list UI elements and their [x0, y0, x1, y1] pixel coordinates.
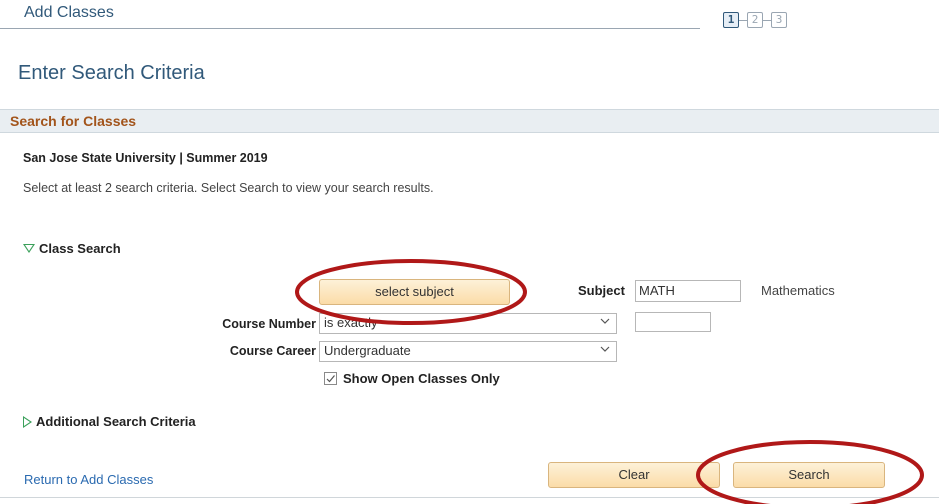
triangle-right-icon: [23, 415, 32, 428]
step-3: 3: [771, 12, 787, 28]
step-indicator: 1 2 3: [723, 10, 787, 30]
course-number-label: Course Number: [222, 317, 316, 331]
header-divider: [0, 28, 700, 29]
institution-term-label: San Jose State University | Summer 2019: [23, 151, 268, 165]
triangle-down-icon: [23, 244, 35, 253]
page-title: Enter Search Criteria: [18, 62, 205, 84]
step-connector: [739, 19, 747, 21]
step-2: 2: [747, 12, 763, 28]
subject-description: Mathematics: [761, 283, 835, 298]
return-to-add-classes-link[interactable]: Return to Add Classes: [24, 472, 153, 487]
class-search-toggle[interactable]: Class Search: [23, 241, 121, 256]
course-number-operator-select[interactable]: is exactly: [319, 313, 617, 334]
section-header-label: Search for Classes: [10, 113, 137, 129]
search-instruction-text: Select at least 2 search criteria. Selec…: [23, 181, 434, 195]
chevron-down-icon: [600, 318, 610, 324]
show-open-classes-label: Show Open Classes Only: [343, 371, 500, 386]
subject-label: Subject: [578, 283, 625, 298]
checkmark-icon: [326, 375, 335, 383]
footer-divider: [0, 497, 939, 498]
search-button[interactable]: Search: [733, 462, 885, 488]
section-header-bar: [0, 109, 939, 133]
chevron-down-icon: [600, 346, 610, 352]
course-career-value: Undergraduate: [324, 343, 411, 358]
step-1: 1: [723, 12, 739, 28]
course-career-label: Course Career: [229, 344, 316, 358]
class-search-label: Class Search: [39, 241, 121, 256]
course-number-input[interactable]: [635, 312, 711, 332]
page-header-title: Add Classes: [24, 4, 114, 21]
clear-button[interactable]: Clear: [548, 462, 720, 488]
show-open-classes-checkbox[interactable]: [324, 372, 337, 385]
show-open-classes-option: Show Open Classes Only: [324, 371, 500, 386]
course-career-select[interactable]: Undergraduate: [319, 341, 617, 362]
select-subject-button[interactable]: select subject: [319, 279, 510, 305]
step-connector: [763, 19, 771, 21]
additional-search-criteria-toggle[interactable]: Additional Search Criteria: [23, 414, 196, 429]
course-number-operator-value: is exactly: [324, 315, 378, 330]
additional-search-criteria-label: Additional Search Criteria: [36, 414, 196, 429]
subject-input[interactable]: MATH: [635, 280, 741, 302]
